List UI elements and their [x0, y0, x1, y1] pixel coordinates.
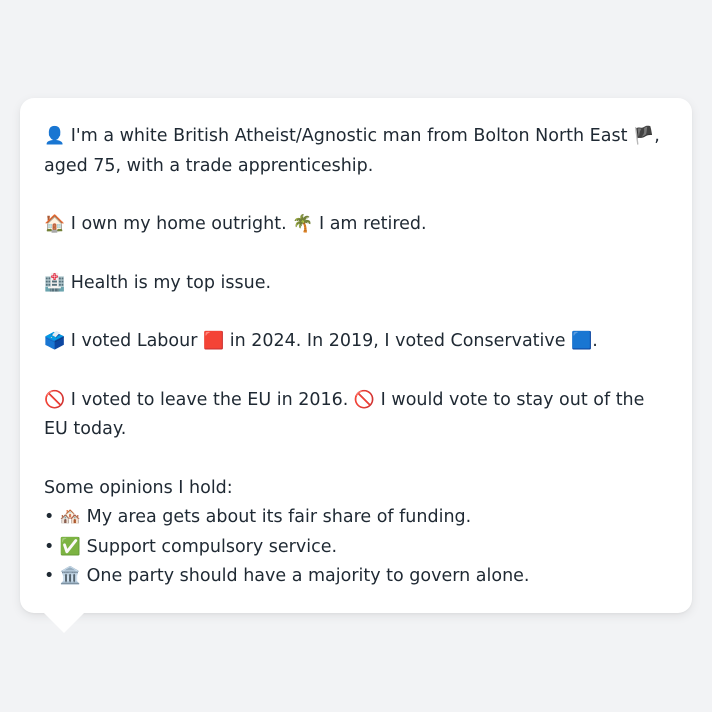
check-mark-icon: ✅ — [59, 536, 82, 557]
ballot-box-icon: 🗳️ — [44, 331, 66, 351]
england-flag-icon: 🏴 — [633, 126, 655, 146]
vote-text-c: . — [592, 331, 598, 351]
classical-building-icon: 🏛️ — [59, 566, 82, 586]
opinion-text: One party should have a majority to gove… — [86, 566, 530, 586]
list-item: • ✅ Support compulsory service. — [44, 533, 668, 563]
red-square-icon: 🟥 — [203, 331, 225, 351]
opinions-section: Some opinions I hold: • 🏘️ My area gets … — [44, 474, 668, 592]
blue-square-icon: 🟦 — [571, 331, 593, 351]
vote-text-b: in 2024. In 2019, I voted Conservative — [229, 331, 566, 351]
issue-text: Health is my top issue. — [70, 272, 272, 293]
eu-line: 🚫 I voted to leave the EU in 2016. 🚫 I w… — [44, 386, 668, 445]
person-icon: 👤 — [44, 126, 66, 146]
prohibited-icon-2: 🚫 — [353, 389, 376, 410]
houses-icon: 🏘️ — [59, 507, 82, 527]
vote-line: 🗳️ I voted Labour 🟥 in 2024. In 2019, I … — [44, 327, 668, 357]
home-text: I own my home outright. — [70, 214, 287, 234]
list-item: • 🏛️ One party should have a majority to… — [44, 562, 668, 592]
bullet: • — [44, 536, 55, 557]
opinion-text: My area gets about its fair share of fun… — [86, 507, 472, 527]
eu-text-a: I voted to leave the EU in 2016. — [70, 389, 349, 410]
issue-line: 🏥 Health is my top issue. — [44, 269, 668, 299]
palm-tree-icon: 🌴 — [292, 214, 314, 234]
home-line: 🏠 I own my home outright. 🌴 I am retired… — [44, 210, 668, 240]
house-icon: 🏠 — [44, 214, 66, 234]
bullet: • — [44, 507, 55, 527]
hospital-icon: 🏥 — [44, 272, 66, 293]
opinions-list: • 🏘️ My area gets about its fair share o… — [44, 503, 668, 592]
bullet: • — [44, 566, 55, 586]
opinions-heading: Some opinions I hold: — [44, 477, 233, 498]
vote-text-a: I voted Labour — [70, 331, 198, 351]
prohibited-icon: 🚫 — [44, 389, 66, 410]
profile-card: 👤 I'm a white British Atheist/Agnostic m… — [20, 98, 692, 633]
retired-text: I am retired. — [318, 214, 427, 234]
intro-text: I'm a white British Atheist/Agnostic man… — [70, 126, 628, 146]
opinion-text: Support compulsory service. — [86, 536, 338, 557]
intro-line: 👤 I'm a white British Atheist/Agnostic m… — [44, 122, 668, 181]
list-item: • 🏘️ My area gets about its fair share o… — [44, 503, 668, 533]
